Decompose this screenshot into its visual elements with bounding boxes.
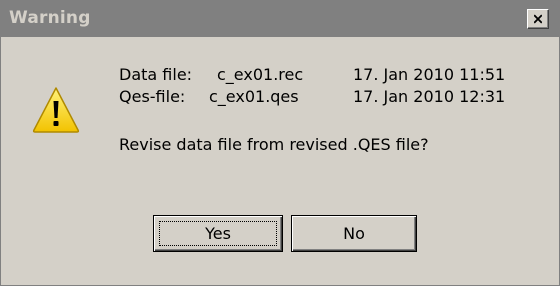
qes-file-label: Qes-file: [119,87,186,106]
close-icon [534,14,542,24]
data-file-name: c_ex01.rec [217,65,304,84]
window-title: Warning [9,8,91,28]
no-button-label: No [343,224,365,243]
qes-file-name: c_ex01.qes [209,87,299,106]
qes-file-date: 17. Jan 2010 12:31 [353,87,506,106]
data-file-label: Data file: [119,65,193,84]
title-bar[interactable]: Warning [1,1,559,37]
data-file-date: 17. Jan 2010 11:51 [353,65,506,84]
warning-dialog: Warning Data file: c_ex01.rec 17. Jan 20… [0,0,560,286]
warning-icon [32,87,80,133]
close-button[interactable] [527,9,549,29]
yes-button-label: Yes [205,224,231,243]
no-button[interactable]: No [291,215,417,252]
yes-button[interactable]: Yes [153,215,283,252]
question-text: Revise data file from revised .QES file? [119,135,429,154]
